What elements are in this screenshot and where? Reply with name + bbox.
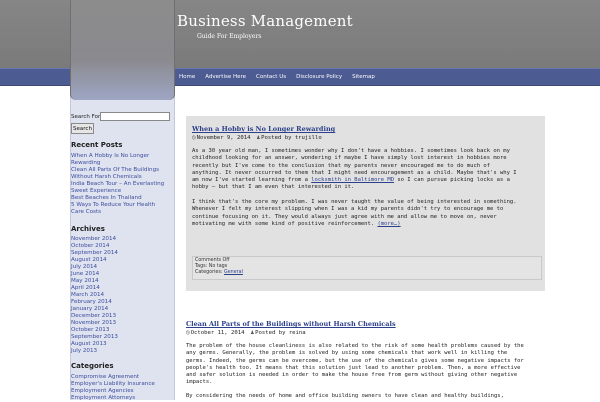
category-link[interactable]: Employer's Liability Insurance [71,381,171,388]
post-paragraph: By considering the needs of home and off… [186,393,504,400]
categories-list: Compromise Agreement Employer's Liabilit… [71,374,171,402]
nav-item-home[interactable]: Home [174,69,200,85]
recent-posts-list: When A Hobby Is No Longer Rewarding Clea… [71,153,171,216]
recent-post-link[interactable]: 5 Ways To Reduce Your Health [71,202,171,209]
post-title-link[interactable]: When a Hobby is No Longer Rewarding [192,125,335,133]
text-line: so I can pursue picking locks as a [394,177,510,184]
archives-heading: Archives [71,225,105,233]
recent-post-link[interactable]: Care Costs [71,209,171,216]
nav-item-contact[interactable]: Contact Us [251,69,291,85]
archive-link[interactable]: June 2014 [71,271,171,278]
archive-link[interactable]: September 2014 [71,250,171,257]
archive-link[interactable]: November 2014 [71,236,171,243]
category-general-link[interactable]: General [224,270,243,275]
recent-post-link[interactable]: Clean All Parts Of The Buildings [71,167,171,174]
search-input[interactable] [100,112,170,121]
text-line: By considering the needs of home and off… [186,393,504,399]
recent-post-link[interactable]: Rewarding [71,160,171,167]
author-icon: ♟ [256,134,261,141]
archives-list: November 2014 October 2014 September 201… [71,236,171,355]
archive-link[interactable]: March 2014 [71,292,171,299]
archive-link[interactable]: August 2014 [71,257,171,264]
text-line: anything. It never occurred to them that… [192,169,517,176]
archive-link[interactable]: May 2014 [71,278,171,285]
archive-link[interactable]: January 2014 [71,306,171,313]
post-date: October 11, 2014 [190,329,245,336]
post-paragraph: The problem of the house cleanliness is … [186,343,524,387]
category-link[interactable]: Employment Attorneys [71,395,171,402]
categories-heading: Categories [71,362,114,370]
recent-post-link[interactable]: India Beach Tour – An Everlasting [71,181,171,188]
locksmith-link[interactable]: locksmith in Baltimore MD [311,177,394,183]
text-line: am now I've started learning from a [192,177,312,184]
nav-item-sitemap[interactable]: Sitemap [347,69,380,85]
text-line: childhood looking for an answer, wonderi… [192,155,507,162]
text-line: hobby – but that I am even that interest… [192,184,355,191]
category-link[interactable]: Employment Agencies [71,388,171,395]
post-author: Posted by trujillo [261,134,322,141]
search-button[interactable]: Search [71,123,94,134]
text-line: I think that's the core my problem. I wa… [192,199,517,205]
category-link[interactable]: Compromise Agreement [71,374,171,381]
post-author: Posted by reina [255,329,306,336]
post-title-link[interactable]: Clean All Parts of the Buildings without… [186,320,396,328]
archive-link[interactable]: April 2014 [71,285,171,292]
nav-item-disclosure[interactable]: Disclosure Policy [291,69,347,85]
clock-icon: ◷ [192,134,196,141]
archive-link[interactable]: September 2013 [71,334,171,341]
archive-link[interactable]: November 2013 [71,320,171,327]
text-line: continue focusing on it. They would alwa… [192,213,497,220]
clock-icon: ◷ [186,329,190,336]
recent-post-link[interactable]: Sweet Experience [71,188,171,195]
text-line: Whenever I felt my interest slipping whe… [192,206,504,213]
post-categories: Categories: General [195,270,243,276]
site-title[interactable]: Business Management [177,12,353,30]
post-meta: ◷ November 9, 2014 ♟ Posted by trujillo [192,134,322,141]
text-line: people's health too. It means that this … [186,364,521,371]
site-tagline: Guide For Employers [197,33,262,40]
recent-post-link[interactable]: When A Hobby Is No Longer [71,153,171,160]
archive-link[interactable]: February 2014 [71,299,171,306]
text-line: and safer solution is needed in order to… [186,372,518,379]
post-meta: ◷ October 11, 2014 ♟ Posted by reina [186,329,306,336]
archive-link[interactable]: December 2013 [71,313,171,320]
archive-link[interactable]: October 2014 [71,243,171,250]
archive-link[interactable]: July 2013 [71,348,171,355]
archive-link[interactable]: August 2013 [71,341,171,348]
read-more-link[interactable]: (more…) [377,221,400,227]
recent-posts-heading: Recent Posts [71,141,123,149]
header-side-panel [70,0,175,100]
text-line: any germs. Generally, the problem is sol… [186,350,508,357]
recent-post-link[interactable]: Without Harsh Chemicals [71,174,171,181]
post-paragraph: I think that's the core my problem. I wa… [192,199,517,228]
archive-link[interactable]: October 2013 [71,327,171,334]
text-line: The problem of the house cleanliness is … [186,343,524,349]
categories-label: Categories: [195,270,224,275]
post-footer [192,256,542,280]
text-line: recently but I've come to the conclusion… [192,162,491,169]
post-date: November 9, 2014 [196,134,251,141]
text-line: germs. Indeed, the germs can be overcome… [186,357,524,364]
recent-post-link[interactable]: Best Beaches In Thailand [71,195,171,202]
text-line: As a 30 year old man, I sometimes wonder… [192,148,510,154]
text-line: impacts. [186,379,213,386]
archive-link[interactable]: July 2014 [71,264,171,271]
text-line: motivating me with some kind of positive… [192,220,378,227]
nav-item-advertise[interactable]: Advertise Here [200,69,251,85]
author-icon: ♟ [250,329,255,336]
search-label: Search For: [71,114,102,120]
post-paragraph: As a 30 year old man, I sometimes wonder… [192,148,517,192]
